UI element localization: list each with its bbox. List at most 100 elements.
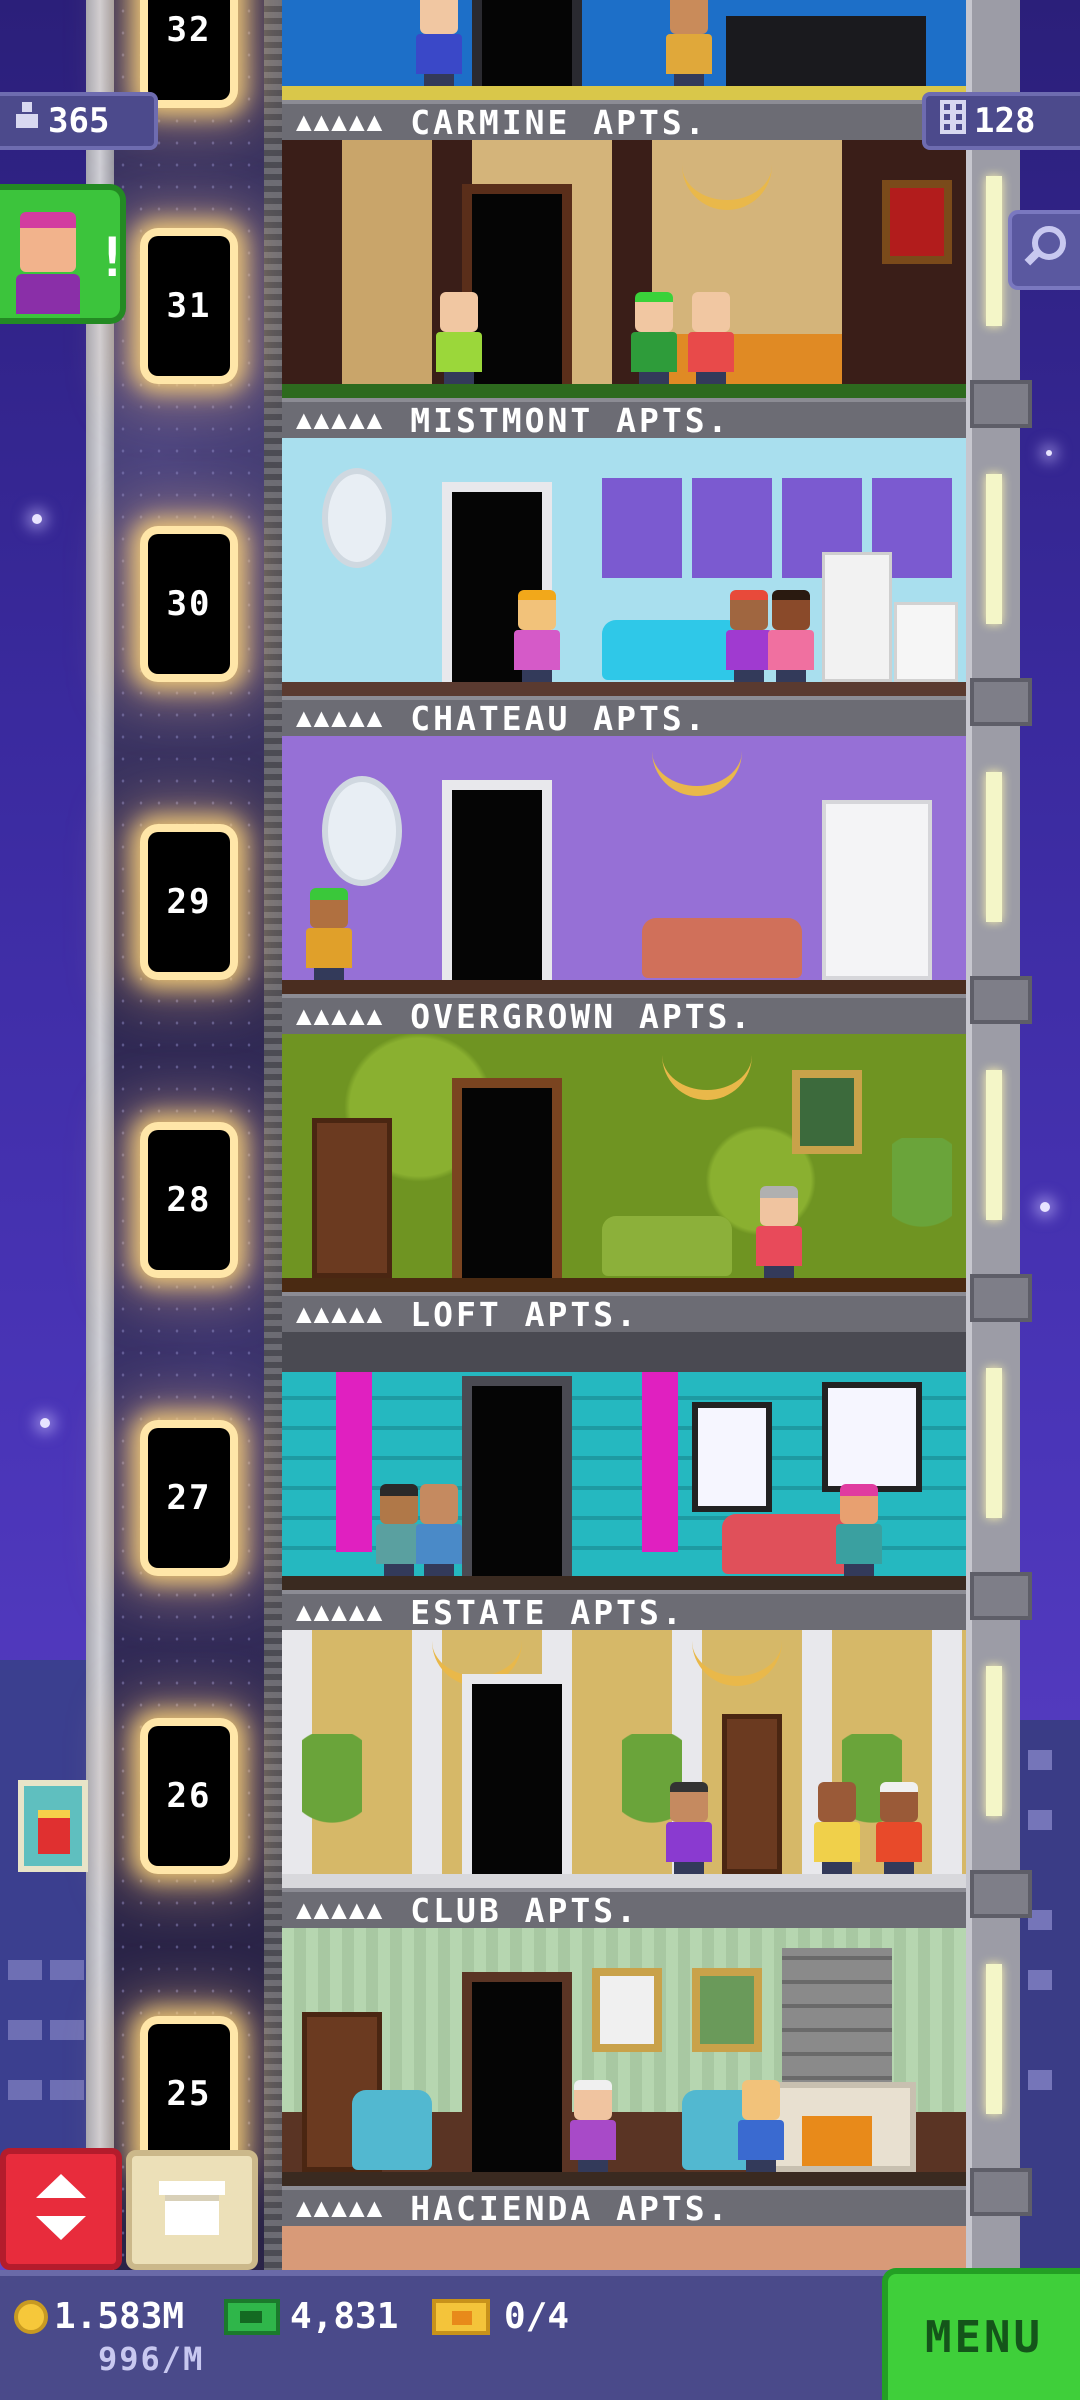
elevator-stop-31[interactable]: 31 (148, 236, 230, 376)
food-mission-icon[interactable] (18, 1780, 88, 1872)
column-light (986, 1368, 1002, 1518)
floor-28-room[interactable] (282, 1034, 966, 1292)
column-step (970, 1870, 1032, 1918)
floor-24-ceiling (282, 2226, 966, 2270)
floor-label-25[interactable]: ▲▲▲▲▲ HACIENDA APTS. (282, 2186, 966, 2228)
elevator-rail (264, 0, 282, 2270)
person-icon (14, 101, 40, 141)
exclamation-icon: ! (96, 226, 129, 289)
tickets-value: 0/4 (504, 2296, 570, 2337)
up-down-arrows-icon (36, 2174, 86, 2244)
sky-star (1040, 1202, 1050, 1212)
population-badge[interactable]: 365 (0, 92, 158, 150)
tower-bux-icon (224, 2298, 280, 2335)
bitizen[interactable] (684, 292, 738, 384)
bitizen[interactable] (432, 292, 486, 384)
floor-stars: ▲▲▲▲▲ (296, 1001, 385, 1031)
elevator-stop-32[interactable]: 32 (148, 0, 230, 100)
floor-stars: ▲▲▲▲▲ (296, 1597, 385, 1627)
building-icon (940, 99, 966, 143)
column-light (986, 1964, 1002, 2114)
column-step (970, 678, 1032, 726)
magnifier-icon (1021, 223, 1071, 277)
floor-count-badge[interactable]: 128 (922, 92, 1080, 150)
floor-label-26[interactable]: ▲▲▲▲▲ CLUB APTS. (282, 1888, 966, 1930)
column-step (970, 976, 1032, 1024)
floor-stars: ▲▲▲▲▲ (296, 405, 385, 435)
sky-star (40, 1418, 50, 1428)
floor-name: OVERGROWN APTS. (410, 996, 754, 1036)
bitizen[interactable] (566, 2080, 620, 2172)
elevator-button[interactable] (0, 2148, 122, 2270)
floor-stars: ▲▲▲▲▲ (296, 107, 385, 137)
floor-label-29[interactable]: ▲▲▲▲▲ OVERGROWN APTS. (282, 994, 966, 1036)
bitizen[interactable] (412, 1484, 466, 1576)
elevator-stop-25[interactable]: 25 (148, 2024, 230, 2164)
bitizen[interactable] (810, 1782, 864, 1874)
elevator-stop-26[interactable]: 26 (148, 1726, 230, 1866)
bitizen[interactable] (752, 1186, 806, 1278)
floor-label-31[interactable]: ▲▲▲▲▲ MISTMONT APTS. (282, 398, 966, 440)
bitizen[interactable] (412, 0, 466, 86)
bitizen[interactable] (832, 1484, 886, 1576)
floor-name: ESTATE APTS. (410, 1592, 685, 1632)
floor-label-28[interactable]: ▲▲▲▲▲ LOFT APTS. (282, 1292, 966, 1334)
bitizen[interactable] (510, 590, 564, 682)
bitizen[interactable] (662, 1782, 716, 1874)
floor-count: 128 (974, 101, 1036, 141)
floor-name: LOFT APTS. (410, 1294, 639, 1334)
floor-26-room[interactable] (282, 1630, 966, 1888)
coins-stat[interactable]: 1.583M (14, 2296, 184, 2337)
search-button[interactable] (1008, 210, 1080, 290)
floor-name: MISTMONT APTS. (410, 400, 731, 440)
bitizen[interactable] (627, 292, 681, 384)
floor-label-27[interactable]: ▲▲▲▲▲ ESTATE APTS. (282, 1590, 966, 1632)
column-step (970, 1572, 1032, 1620)
floor-stars: ▲▲▲▲▲ (296, 1895, 385, 1925)
elevator-stop-27[interactable]: 27 (148, 1428, 230, 1568)
floor-30-room[interactable] (282, 438, 966, 696)
floor-name: HACIENDA APTS. (410, 2188, 731, 2228)
floor-31-room[interactable] (282, 140, 966, 398)
bitizen[interactable] (734, 2080, 788, 2172)
floor-stars: ▲▲▲▲▲ (296, 703, 385, 733)
floor-stars: ▲▲▲▲▲ (296, 2193, 385, 2223)
column-light (986, 1070, 1002, 1220)
bitizen-alert-icon (20, 212, 76, 272)
bitizen-shirt (16, 274, 80, 314)
bitizen[interactable] (662, 0, 716, 86)
bitizen[interactable] (764, 590, 818, 682)
coin-rate: 996/M (98, 2340, 205, 2378)
floor-27-room[interactable] (282, 1332, 966, 1590)
column-step (970, 380, 1032, 428)
column-step (970, 1274, 1032, 1322)
column-light (986, 1666, 1002, 1816)
column-light (986, 772, 1002, 922)
crate-icon (159, 2181, 225, 2239)
coin-icon (14, 2299, 48, 2334)
floor-25-room[interactable] (282, 1928, 966, 2186)
bitizen[interactable] (872, 1782, 926, 1874)
elevator-stop-28[interactable]: 28 (148, 1130, 230, 1270)
golden-ticket-icon (432, 2298, 490, 2335)
bitizen-alert-button[interactable]: ! (0, 184, 129, 324)
crate-button[interactable] (126, 2150, 258, 2270)
bitizen[interactable] (302, 888, 356, 980)
column-step (970, 2168, 1032, 2216)
elevator-stop-29[interactable]: 29 (148, 832, 230, 972)
bux-value: 4,831 (290, 2296, 399, 2337)
elevator-stop-30[interactable]: 30 (148, 534, 230, 674)
floor-32-room[interactable] (282, 0, 966, 100)
menu-button[interactable]: MENU (882, 2268, 1080, 2400)
floor-label-32[interactable]: ▲▲▲▲▲ CARMINE APTS. (282, 100, 966, 142)
tickets-stat[interactable]: 0/4 (432, 2296, 569, 2337)
coins-value: 1.583M (54, 2296, 185, 2337)
floor-29-room[interactable] (282, 736, 966, 994)
floor-name: CHATEAU APTS. (410, 698, 708, 738)
sky-star (1046, 450, 1052, 456)
floor-label-30[interactable]: ▲▲▲▲▲ CHATEAU APTS. (282, 696, 966, 738)
column-light (986, 474, 1002, 624)
sky-star (32, 514, 42, 524)
column-light (986, 176, 1002, 326)
bux-stat[interactable]: 4,831 (224, 2296, 398, 2337)
